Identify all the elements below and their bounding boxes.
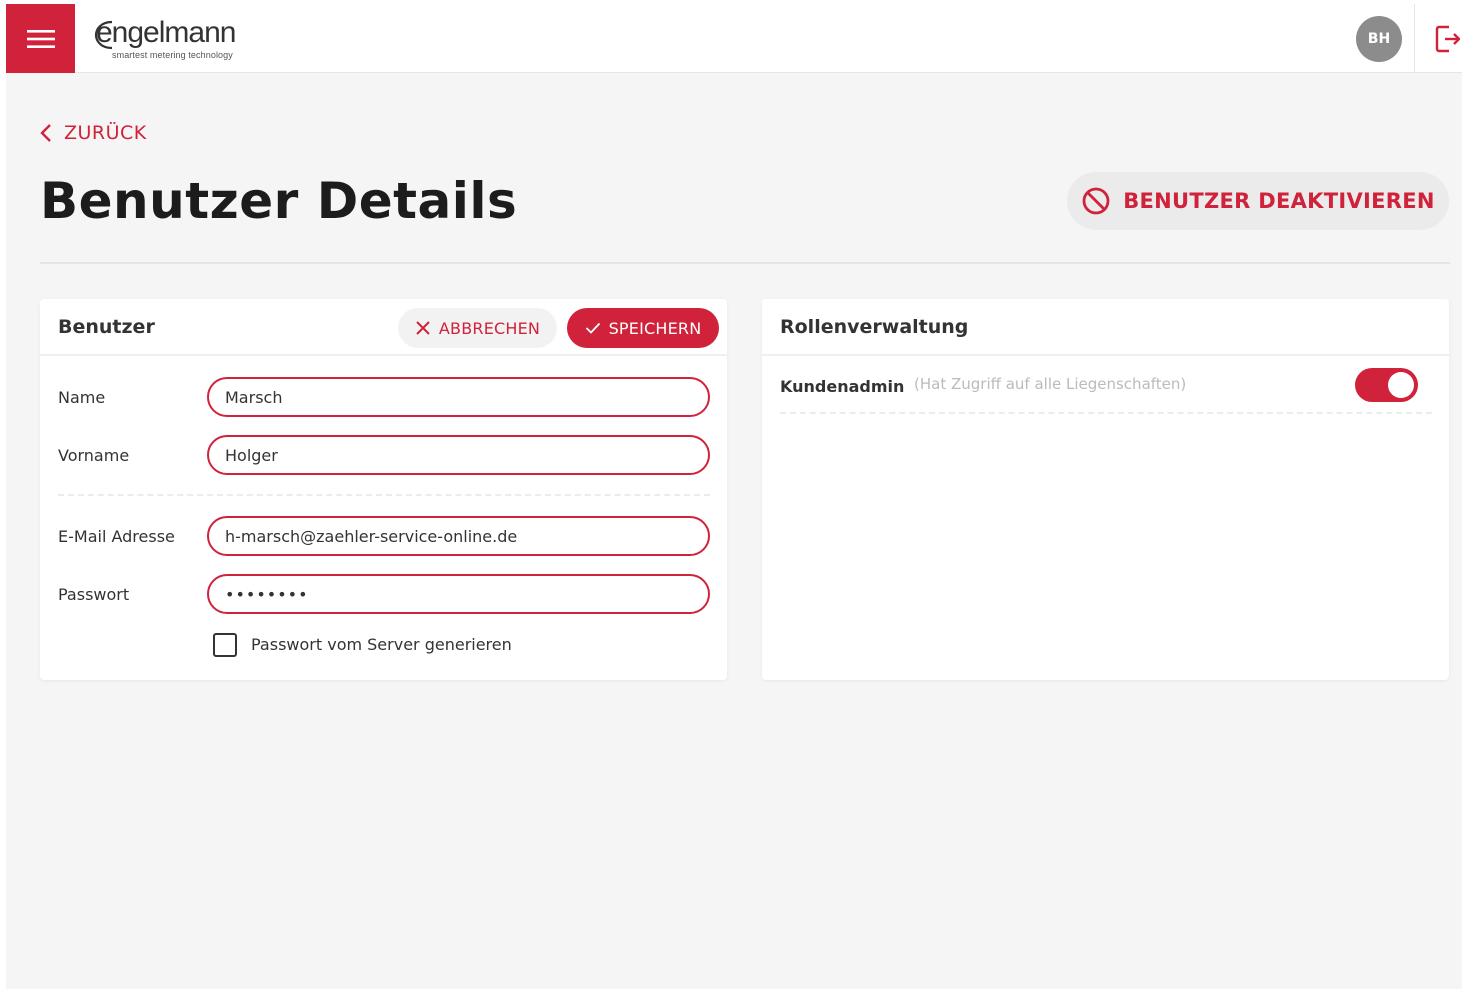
- topbar-divider: [1414, 4, 1415, 73]
- role-description: (Hat Zugriff auf alle Liegenschaften): [914, 375, 1187, 393]
- cancel-label: ABBRECHEN: [438, 318, 541, 338]
- name-label: Name: [58, 388, 106, 407]
- roles-card-title: Rollenverwaltung: [780, 316, 969, 338]
- roles-card-header: Rollenverwaltung: [762, 299, 1449, 356]
- password-label: Passwort: [58, 585, 130, 604]
- app: engelmann smartest metering technology B…: [6, 4, 1462, 989]
- role-toggle-kundenadmin[interactable]: [1355, 368, 1418, 402]
- generate-password-checkbox[interactable]: [213, 633, 237, 657]
- password-input[interactable]: [207, 574, 710, 614]
- name-input[interactable]: [207, 377, 710, 417]
- save-label: SPEICHERN: [608, 318, 702, 338]
- page-title: Benutzer Details: [40, 172, 518, 230]
- top-bar: engelmann smartest metering technology B…: [6, 4, 1462, 73]
- user-card-title: Benutzer: [58, 316, 155, 338]
- email-input[interactable]: [207, 516, 710, 556]
- logout-icon: [1435, 25, 1461, 53]
- vorname-label: Vorname: [58, 446, 130, 465]
- user-card: Benutzer ABBRECHEN SPEICHERN Name Vornam…: [40, 299, 727, 680]
- logo-wordmark: engelmann: [96, 16, 236, 49]
- close-icon: [416, 321, 430, 335]
- chevron-left-icon: [40, 124, 51, 142]
- logo-tagline: smartest metering technology: [112, 50, 233, 60]
- engelmann-logo[interactable]: engelmann smartest metering technology: [94, 14, 276, 64]
- role-divider: [780, 412, 1432, 414]
- back-label: ZURÜCK: [64, 122, 147, 144]
- deactivate-user-label: BENUTZER DEAKTIVIEREN: [1123, 189, 1435, 213]
- user-card-header: Benutzer ABBRECHEN SPEICHERN: [40, 299, 727, 356]
- roles-card: Rollenverwaltung Kundenadmin (Hat Zugrif…: [762, 299, 1449, 680]
- title-divider: [40, 262, 1450, 264]
- generate-password-label: Passwort vom Server generieren: [251, 635, 512, 654]
- save-button[interactable]: SPEICHERN: [567, 308, 719, 348]
- check-icon: [585, 322, 600, 334]
- deactivate-user-button[interactable]: BENUTZER DEAKTIVIEREN: [1067, 172, 1449, 230]
- cancel-button[interactable]: ABBRECHEN: [398, 308, 557, 348]
- menu-button[interactable]: [6, 4, 75, 73]
- toggle-knob: [1388, 372, 1414, 398]
- hamburger-icon: [26, 29, 55, 48]
- user-avatar[interactable]: BH: [1356, 16, 1402, 62]
- ban-icon: [1082, 187, 1110, 215]
- logout-button[interactable]: [1434, 24, 1462, 54]
- back-link[interactable]: ZURÜCK: [40, 122, 147, 144]
- email-label: E-Mail Adresse: [58, 527, 175, 546]
- section-divider: [58, 494, 710, 496]
- role-name: Kundenadmin: [780, 377, 905, 396]
- vorname-input[interactable]: [207, 435, 710, 475]
